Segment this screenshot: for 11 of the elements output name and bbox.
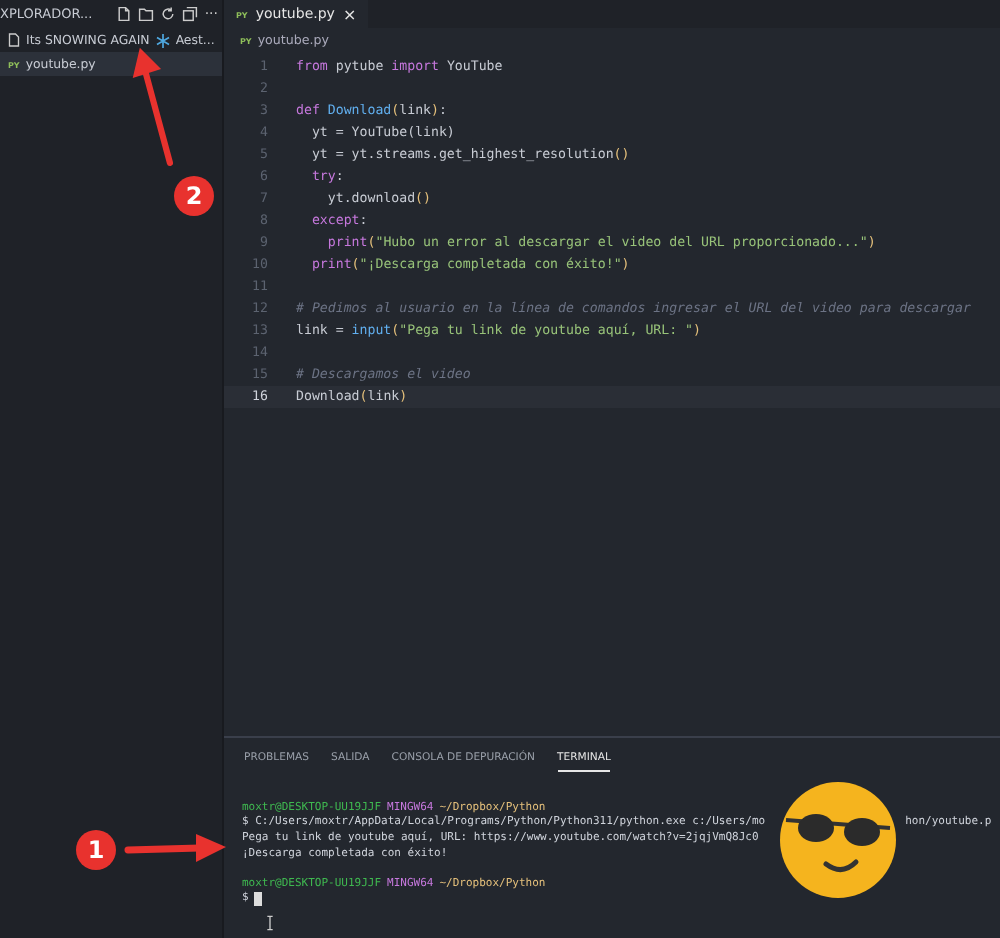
terminal-cursor: [254, 891, 263, 906]
sunglasses-smiley-icon: [778, 780, 898, 900]
refresh-icon[interactable]: [160, 6, 177, 22]
collapse-icon[interactable]: [182, 6, 199, 22]
new-file-icon[interactable]: [116, 6, 133, 22]
close-icon[interactable]: ×: [342, 5, 357, 23]
text-cursor-icon: [266, 914, 274, 932]
snowflake-icon: [155, 33, 170, 47]
file-icon: [8, 32, 20, 48]
arrow: [124, 832, 228, 864]
new-folder-icon[interactable]: [138, 6, 155, 22]
